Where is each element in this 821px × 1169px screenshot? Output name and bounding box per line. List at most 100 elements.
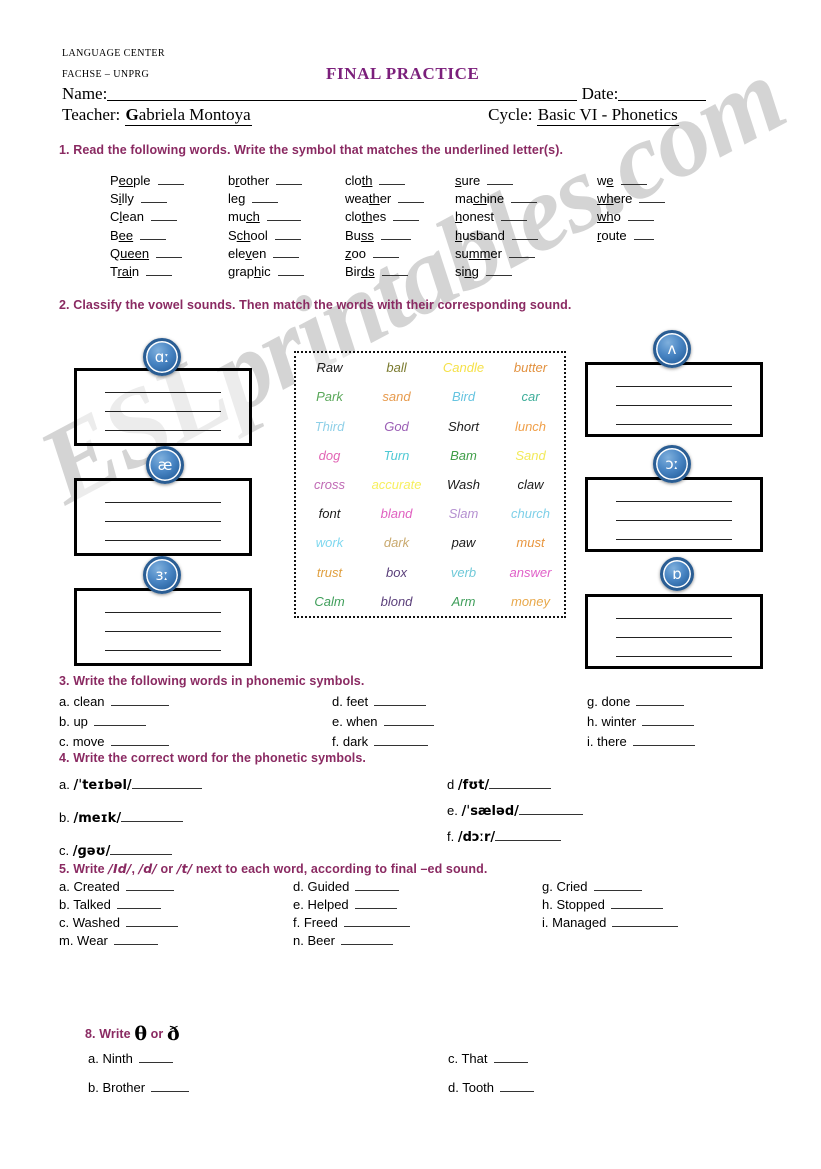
answer-blank[interactable] — [140, 192, 167, 204]
word-bank-item[interactable]: Park — [316, 389, 343, 404]
word-bank-item[interactable]: cross — [314, 477, 345, 492]
answer-blank[interactable] — [501, 210, 528, 222]
answer-blank[interactable] — [632, 735, 695, 746]
answer-blank[interactable] — [252, 192, 279, 204]
answer-blank[interactable] — [277, 265, 304, 276]
answer-blank[interactable] — [374, 735, 429, 746]
answer-blank[interactable] — [612, 916, 679, 927]
answer-blank[interactable] — [343, 916, 410, 927]
answer-box-right-1[interactable] — [585, 477, 763, 552]
answer-blank[interactable] — [157, 174, 184, 185]
word-bank-item[interactable]: Wash — [447, 477, 480, 492]
write-line[interactable] — [105, 540, 221, 541]
write-line[interactable] — [616, 520, 732, 521]
write-line[interactable] — [616, 405, 732, 406]
word-bank-item[interactable]: blond — [381, 594, 413, 609]
answer-blank[interactable] — [116, 898, 161, 909]
word-bank-item[interactable]: sand — [382, 389, 410, 404]
word-bank-item[interactable]: Bam — [450, 448, 477, 463]
write-line[interactable] — [105, 411, 221, 412]
word-bank-item[interactable]: bland — [381, 506, 413, 521]
answer-blank[interactable] — [150, 210, 177, 222]
word-bank-item[interactable]: money — [511, 594, 550, 609]
answer-box-right-2[interactable] — [585, 594, 763, 669]
answer-blank[interactable] — [121, 811, 184, 822]
answer-blank[interactable] — [93, 715, 146, 726]
answer-blank[interactable] — [511, 229, 538, 240]
answer-blank[interactable] — [372, 247, 399, 258]
answer-blank[interactable] — [620, 174, 647, 185]
answer-blank[interactable] — [273, 247, 300, 258]
word-bank-item[interactable]: accurate — [372, 477, 422, 492]
answer-blank[interactable] — [354, 898, 397, 909]
answer-blank[interactable] — [511, 192, 538, 204]
word-bank-item[interactable]: Sand — [515, 448, 545, 463]
word-bank-item[interactable]: trust — [317, 565, 342, 580]
word-bank-item[interactable]: Bird — [452, 389, 475, 404]
write-line[interactable] — [616, 424, 732, 425]
answer-blank[interactable] — [642, 715, 695, 726]
answer-blank[interactable] — [113, 934, 158, 945]
word-bank-item[interactable]: claw — [517, 477, 543, 492]
word-bank-item[interactable]: ball — [386, 360, 406, 375]
answer-blank[interactable] — [146, 265, 173, 276]
word-bank-item[interactable]: verb — [451, 565, 476, 580]
word-bank-item[interactable]: car — [521, 389, 539, 404]
answer-blank[interactable] — [380, 229, 411, 240]
answer-blank[interactable] — [636, 695, 685, 706]
answer-blank[interactable] — [508, 247, 535, 258]
word-bank-item[interactable]: God — [384, 419, 409, 434]
word-bank-item[interactable]: Third — [315, 419, 345, 434]
word-bank-item[interactable]: lunch — [515, 419, 546, 434]
answer-blank[interactable] — [355, 880, 400, 891]
word-bank-item[interactable]: paw — [452, 535, 476, 550]
word-bank-item[interactable]: Short — [448, 419, 479, 434]
answer-box-left-1[interactable] — [74, 478, 252, 556]
answer-box-left-2[interactable] — [74, 588, 252, 666]
answer-blank[interactable] — [110, 695, 169, 706]
answer-blank[interactable] — [383, 715, 434, 726]
answer-blank[interactable] — [593, 880, 642, 891]
answer-blank[interactable] — [639, 192, 666, 204]
write-line[interactable] — [616, 501, 732, 502]
word-bank-item[interactable]: Calm — [314, 594, 344, 609]
answer-blank[interactable] — [125, 880, 174, 891]
word-bank-item[interactable]: church — [511, 506, 550, 521]
name-input[interactable] — [107, 86, 578, 101]
word-bank-item[interactable]: Turn — [384, 448, 410, 463]
answer-blank[interactable] — [110, 735, 169, 746]
date-input[interactable] — [618, 86, 707, 101]
answer-blank[interactable] — [374, 695, 427, 706]
word-bank-item[interactable]: answer — [510, 565, 552, 580]
answer-blank[interactable] — [110, 844, 173, 855]
write-line[interactable] — [616, 539, 732, 540]
answer-blank[interactable] — [500, 1081, 535, 1092]
write-line[interactable] — [616, 618, 732, 619]
answer-blank[interactable] — [138, 1052, 173, 1063]
answer-blank[interactable] — [518, 804, 583, 815]
word-bank-item[interactable]: Raw — [316, 360, 342, 375]
answer-blank[interactable] — [627, 210, 654, 222]
answer-blank[interactable] — [340, 934, 393, 945]
answer-blank[interactable] — [125, 916, 178, 927]
word-bank-item[interactable]: Candle — [443, 360, 484, 375]
write-line[interactable] — [105, 392, 221, 393]
answer-blank[interactable] — [140, 229, 167, 240]
answer-box-left-0[interactable] — [74, 368, 252, 446]
word-bank-item[interactable]: box — [386, 565, 407, 580]
answer-box-right-0[interactable] — [585, 362, 763, 437]
write-line[interactable] — [105, 612, 221, 613]
word-bank-item[interactable]: dog — [319, 448, 341, 463]
answer-blank[interactable] — [156, 247, 183, 258]
word-bank-item[interactable]: work — [316, 535, 343, 550]
answer-blank[interactable] — [495, 830, 562, 841]
answer-blank[interactable] — [633, 229, 654, 240]
word-bank-item[interactable]: Arm — [452, 594, 476, 609]
answer-blank[interactable] — [131, 778, 202, 789]
answer-blank[interactable] — [266, 210, 301, 222]
answer-blank[interactable] — [487, 174, 514, 185]
word-bank-item[interactable]: must — [516, 535, 544, 550]
word-bank-item[interactable]: dark — [384, 535, 409, 550]
answer-blank[interactable] — [485, 265, 512, 276]
answer-blank[interactable] — [274, 229, 301, 240]
